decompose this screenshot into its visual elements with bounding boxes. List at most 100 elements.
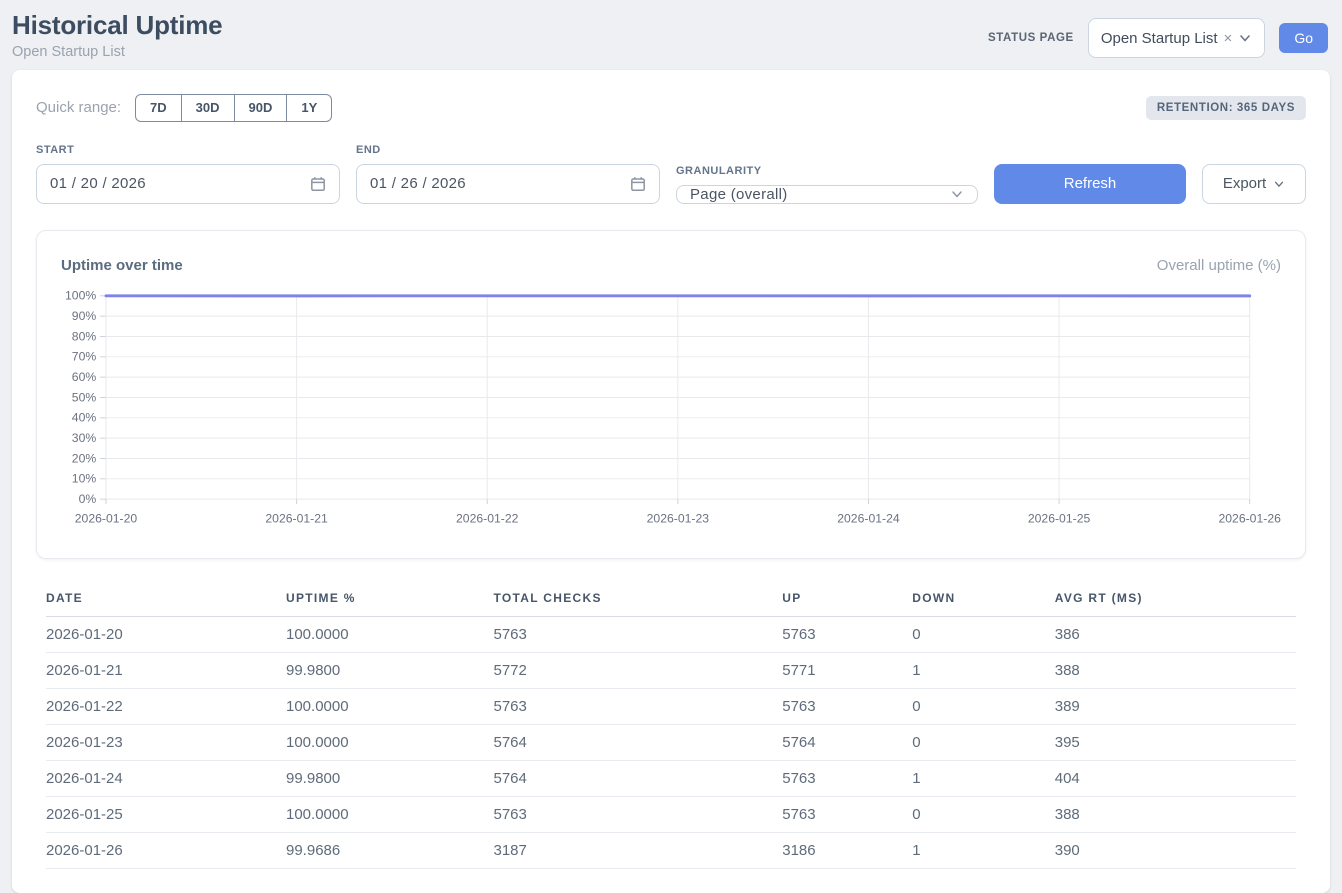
y-tick-label: 60%: [72, 370, 97, 384]
table-cell: 5763: [782, 796, 912, 832]
status-page-selected-value: Open Startup List: [1101, 30, 1218, 47]
start-date-input[interactable]: 01 / 20 / 2026: [36, 164, 340, 204]
export-button-label: Export: [1223, 175, 1266, 192]
y-tick-label: 80%: [72, 329, 97, 343]
end-date-value: 01 / 26 / 2026: [370, 175, 466, 192]
table-cell: 395: [1055, 724, 1296, 760]
x-tick-label: 2026-01-26: [1218, 511, 1281, 525]
table-cell: 5764: [494, 760, 783, 796]
granularity-label: GRANULARITY: [676, 165, 978, 177]
end-date-label: END: [356, 144, 660, 156]
chart-header: Uptime over time Overall uptime (%): [61, 249, 1281, 288]
quick-range-left: Quick range: 7D 30D 90D 1Y: [36, 94, 332, 122]
chevron-down-icon: [950, 187, 964, 201]
filter-controls-row: START 01 / 20 / 2026 END 01 / 26 / 2026 …: [36, 144, 1306, 204]
table-cell: 100.0000: [286, 616, 494, 652]
granularity-select[interactable]: Page (overall): [676, 185, 978, 204]
table-cell: 99.9800: [286, 652, 494, 688]
table-cell: 386: [1055, 616, 1296, 652]
y-tick-label: 30%: [72, 431, 97, 445]
table-cell: 390: [1055, 832, 1296, 868]
y-tick-label: 100%: [65, 288, 96, 302]
x-tick-label: 2026-01-20: [75, 511, 138, 525]
export-button[interactable]: Export: [1202, 164, 1306, 204]
status-page-label: STATUS PAGE: [988, 32, 1074, 44]
start-date-value: 01 / 20 / 2026: [50, 175, 146, 192]
retention-badge: RETENTION: 365 DAYS: [1146, 96, 1306, 120]
table-cell: 0: [912, 616, 1055, 652]
table-cell: 5763: [494, 688, 783, 724]
table-cell: 5764: [782, 724, 912, 760]
granularity-value: Page (overall): [690, 186, 788, 203]
uptime-line-chart: 0%10%20%30%40%50%60%70%80%90%100%2026-01…: [61, 288, 1281, 544]
table-cell: 2026-01-20: [46, 616, 286, 652]
table-cell: 2026-01-22: [46, 688, 286, 724]
calendar-icon[interactable]: [310, 176, 326, 192]
go-button[interactable]: Go: [1279, 23, 1328, 53]
y-tick-label: 50%: [72, 390, 97, 404]
end-date-input[interactable]: 01 / 26 / 2026: [356, 164, 660, 204]
table-head: DATEUPTIME %TOTAL CHECKSUPDOWNAVG RT (MS…: [46, 585, 1296, 617]
table-cell: 1: [912, 832, 1055, 868]
y-tick-label: 0%: [79, 492, 97, 506]
uptime-table: DATEUPTIME %TOTAL CHECKSUPDOWNAVG RT (MS…: [46, 585, 1296, 869]
x-tick-label: 2026-01-22: [456, 511, 519, 525]
table-cell: 388: [1055, 796, 1296, 832]
x-tick-label: 2026-01-23: [647, 511, 710, 525]
table-cell: 5771: [782, 652, 912, 688]
table-cell: 100.0000: [286, 688, 494, 724]
y-tick-label: 40%: [72, 410, 97, 424]
quick-range-7d-button[interactable]: 7D: [135, 94, 182, 122]
table-column-header: UPTIME %: [286, 585, 494, 617]
refresh-button[interactable]: Refresh: [994, 164, 1186, 204]
header-right: STATUS PAGE Open Startup List × Go: [988, 18, 1328, 58]
table-cell: 1: [912, 760, 1055, 796]
table-cell: 1: [912, 652, 1055, 688]
status-page-select[interactable]: Open Startup List ×: [1088, 18, 1266, 58]
quick-range-30d-button[interactable]: 30D: [181, 94, 235, 122]
page-header: Historical Uptime Open Startup List STAT…: [0, 0, 1342, 70]
main-card: Quick range: 7D 30D 90D 1Y RETENTION: 36…: [12, 70, 1330, 893]
table-cell: 5763: [782, 760, 912, 796]
y-tick-label: 20%: [72, 451, 97, 465]
table-row: 2026-01-25100.0000576357630388: [46, 796, 1296, 832]
table-cell: 5772: [494, 652, 783, 688]
clear-selection-icon[interactable]: ×: [1224, 31, 1233, 46]
table-column-header: AVG RT (MS): [1055, 585, 1296, 617]
page-subtitle: Open Startup List: [12, 44, 222, 60]
table-cell: 100.0000: [286, 724, 494, 760]
granularity-field: GRANULARITY Page (overall): [676, 165, 978, 204]
title-block: Historical Uptime Open Startup List: [12, 10, 222, 60]
quick-range-group: 7D 30D 90D 1Y: [135, 94, 332, 122]
table-row: 2026-01-20100.0000576357630386: [46, 616, 1296, 652]
table-cell: 2026-01-25: [46, 796, 286, 832]
quick-range-90d-button[interactable]: 90D: [234, 94, 288, 122]
y-tick-label: 90%: [72, 309, 97, 323]
quick-range-1y-button[interactable]: 1Y: [286, 94, 332, 122]
chart-legend: Overall uptime (%): [1157, 257, 1281, 274]
x-tick-label: 2026-01-25: [1028, 511, 1091, 525]
table-cell: 99.9686: [286, 832, 494, 868]
table-cell: 5763: [782, 688, 912, 724]
table-cell: 3187: [494, 832, 783, 868]
table-row: 2026-01-2199.9800577257711388: [46, 652, 1296, 688]
page-title: Historical Uptime: [12, 10, 222, 41]
table-cell: 0: [912, 688, 1055, 724]
calendar-icon[interactable]: [630, 176, 646, 192]
y-tick-label: 10%: [72, 471, 97, 485]
chart-title: Uptime over time: [61, 257, 183, 274]
table-row: 2026-01-22100.0000576357630389: [46, 688, 1296, 724]
end-date-field: END 01 / 26 / 2026: [356, 144, 660, 204]
quick-range-row: Quick range: 7D 30D 90D 1Y RETENTION: 36…: [36, 94, 1306, 122]
table-cell: 99.9800: [286, 760, 494, 796]
table-cell: 5763: [494, 616, 783, 652]
chevron-down-icon: [1238, 31, 1252, 45]
table-cell: 3186: [782, 832, 912, 868]
x-tick-label: 2026-01-24: [837, 511, 900, 525]
table-column-header: DATE: [46, 585, 286, 617]
start-date-field: START 01 / 20 / 2026: [36, 144, 340, 204]
table-cell: 5763: [782, 616, 912, 652]
uptime-table-wrap: DATEUPTIME %TOTAL CHECKSUPDOWNAVG RT (MS…: [36, 585, 1306, 869]
table-column-header: DOWN: [912, 585, 1055, 617]
table-cell: 389: [1055, 688, 1296, 724]
